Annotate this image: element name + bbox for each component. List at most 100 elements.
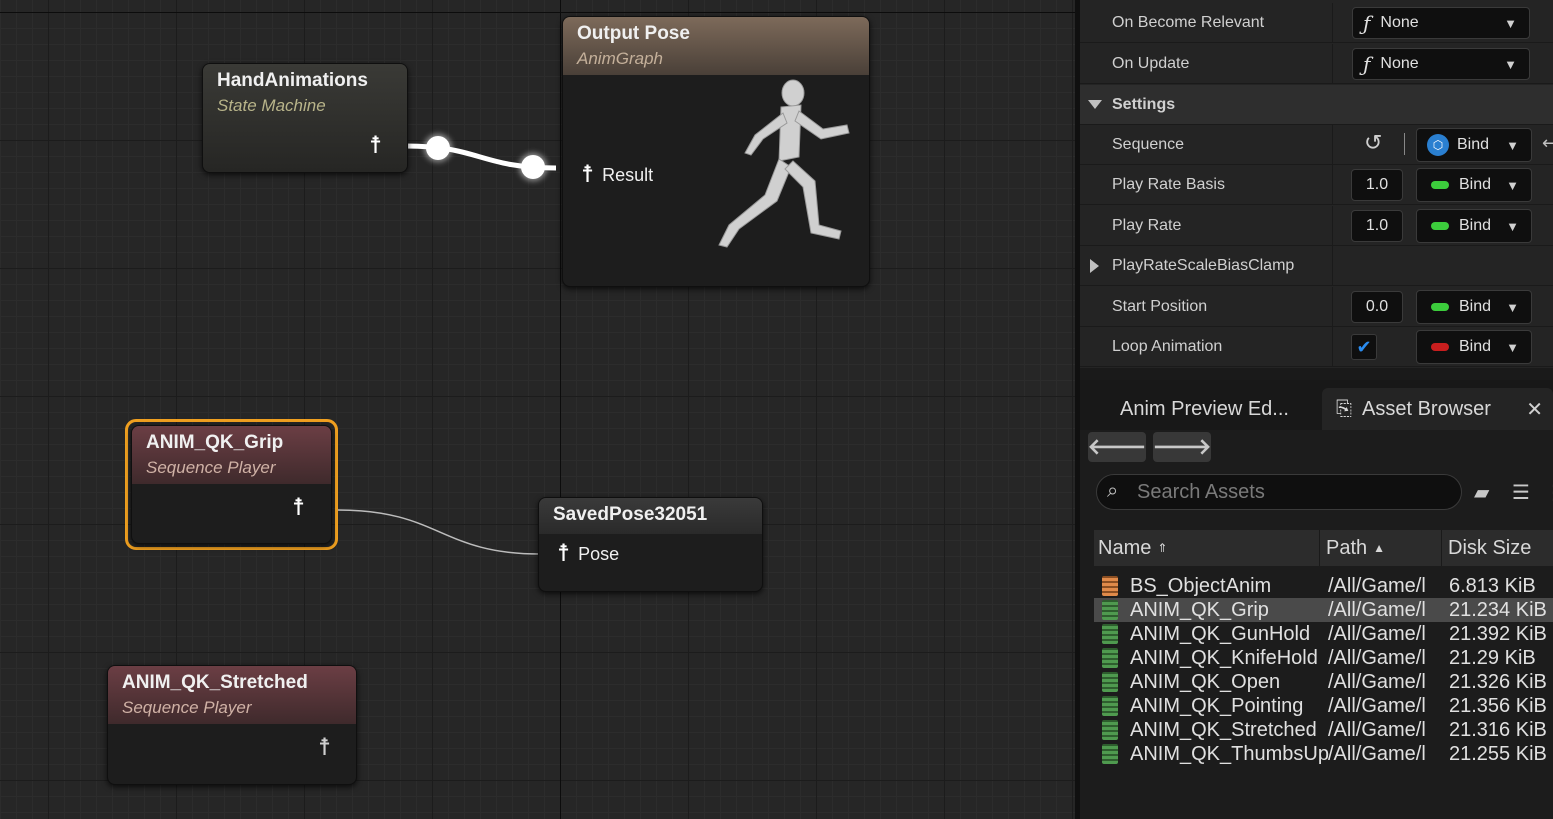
wire-reroute-knot[interactable] bbox=[521, 155, 545, 179]
tab-asset-browser[interactable]: ⎘ Asset Browser ✕ bbox=[1322, 388, 1553, 430]
asset-path: /All/Game/l bbox=[1328, 742, 1426, 765]
start-position-input[interactable]: 0.0 bbox=[1351, 291, 1403, 323]
wire-reroute-knot[interactable] bbox=[426, 136, 450, 160]
column-header-disk-size[interactable]: Disk Size bbox=[1444, 530, 1553, 566]
overflow-icon[interactable]: ⋮ bbox=[1544, 480, 1553, 504]
pose-output-pin[interactable]: ☨ bbox=[369, 134, 390, 158]
asset-disk-size: 21.392 KiB bbox=[1449, 622, 1547, 645]
panel-tab-bar: Anim Preview Ed... ⎘ Asset Browser ✕ bbox=[1080, 380, 1553, 430]
reset-to-default-icon[interactable]: ↺ bbox=[1364, 131, 1382, 156]
asset-row[interactable]: ANIM_QK_ThumbsUp/All/Game/l 21.255 KiB bbox=[1094, 742, 1553, 766]
column-header-name[interactable]: Name ⇑ bbox=[1094, 530, 1320, 566]
column-divider bbox=[1332, 165, 1333, 205]
animation-sequence-icon bbox=[1102, 720, 1118, 740]
checkmark-icon: ✔ bbox=[1356, 336, 1372, 358]
close-icon[interactable]: ✕ bbox=[1526, 397, 1543, 422]
blend-space-icon bbox=[1102, 576, 1118, 596]
column-divider bbox=[1332, 44, 1333, 84]
node-title: ANIM_QK_Grip bbox=[146, 432, 284, 453]
expand-arrow-icon[interactable] bbox=[1090, 258, 1099, 273]
pose-output-pin-unconnected[interactable]: ☨ bbox=[318, 736, 339, 760]
bool-pin-icon bbox=[1431, 343, 1449, 351]
category-settings[interactable]: Settings bbox=[1080, 85, 1553, 125]
asset-row[interactable]: BS_ObjectAnim/All/Game/l 6.813 KiB bbox=[1094, 574, 1553, 598]
anim-graph-canvas[interactable]: HandAnimations State Machine ☨ Output Po… bbox=[0, 0, 1075, 819]
function-icon: ƒ bbox=[1363, 52, 1371, 76]
asset-row[interactable]: ANIM_QK_Stretched/All/Game/l 21.316 KiB bbox=[1094, 718, 1553, 742]
tab-label: Asset Browser bbox=[1362, 397, 1491, 420]
asset-name: ANIM_QK_Open bbox=[1130, 670, 1281, 693]
folder-icon[interactable]: ▰ bbox=[1474, 480, 1489, 504]
column-divider bbox=[1332, 246, 1333, 286]
sequence-bind-dropdown[interactable]: ⬡ Bind ▼ bbox=[1416, 128, 1532, 162]
asset-disk-size: 6.813 KiB bbox=[1449, 574, 1536, 597]
asset-name: BS_ObjectAnim bbox=[1130, 574, 1272, 597]
result-input-pin[interactable]: ☨ Result bbox=[581, 163, 653, 187]
node-title: HandAnimations bbox=[217, 70, 368, 91]
column-divider bbox=[1332, 287, 1333, 327]
asset-row[interactable]: ANIM_QK_Open/All/Game/l 21.326 KiB bbox=[1094, 670, 1553, 694]
chevron-down-icon: ▼ bbox=[1506, 137, 1519, 153]
float-pin-icon bbox=[1431, 222, 1449, 230]
play-rate-bind-dropdown[interactable]: Bind ▼ bbox=[1416, 209, 1532, 243]
start-position-bind-dropdown[interactable]: Bind ▼ bbox=[1416, 290, 1532, 324]
separator bbox=[1404, 133, 1405, 155]
arrow-left-icon[interactable]: ← bbox=[1542, 133, 1553, 154]
function-binding-dropdown[interactable]: ƒ None ▼ bbox=[1352, 7, 1530, 39]
loop-animation-bind-dropdown[interactable]: Bind ▼ bbox=[1416, 330, 1532, 364]
function-binding-dropdown[interactable]: ƒ None ▼ bbox=[1352, 48, 1530, 80]
asset-disk-size: 21.29 KiB bbox=[1449, 646, 1536, 669]
filter-icon[interactable]: ☰ bbox=[1512, 480, 1530, 504]
pose-output-pin[interactable]: ☨ bbox=[292, 496, 313, 520]
play-rate-basis-input[interactable]: 1.0 bbox=[1351, 169, 1403, 201]
asset-path: /All/Game/l bbox=[1328, 670, 1426, 693]
forward-button[interactable]: 🡒 bbox=[1152, 432, 1212, 462]
node-anim-qk-grip[interactable]: ANIM_QK_Grip Sequence Player ☨ bbox=[131, 425, 332, 544]
node-hand-animations[interactable]: HandAnimations State Machine ☨ bbox=[202, 63, 408, 173]
asset-browser-icon: ⎘ bbox=[1336, 397, 1352, 420]
column-divider bbox=[1332, 206, 1333, 246]
node-output-pose[interactable]: Output Pose AnimGraph ☨ Result bbox=[562, 16, 870, 287]
node-anim-qk-stretched[interactable]: ANIM_QK_Stretched Sequence Player ☨ bbox=[107, 665, 357, 785]
pose-pin-icon: ☨ bbox=[318, 734, 332, 761]
search-assets-input[interactable]: ⌕ Search Assets bbox=[1096, 474, 1462, 510]
animation-sequence-icon bbox=[1102, 648, 1118, 668]
wire-grip-to-savedpose bbox=[337, 509, 541, 555]
asset-row[interactable]: ANIM_QK_Grip/All/Game/l 21.234 KiB bbox=[1094, 598, 1553, 622]
bind-label: Bind bbox=[1459, 338, 1492, 355]
asset-name: ANIM_QK_ThumbsUp bbox=[1130, 742, 1329, 765]
search-icon: ⌕ bbox=[1107, 480, 1119, 502]
chevron-down-icon: ▼ bbox=[1504, 56, 1517, 72]
property-label: On Update bbox=[1112, 54, 1190, 72]
node-saved-pose[interactable]: SavedPose32051 ☨ Pose bbox=[538, 497, 763, 592]
node-subtitle: State Machine bbox=[217, 96, 326, 115]
details-panel: On Become Relevant ƒ None ▼ On Update ƒ … bbox=[1080, 0, 1553, 368]
column-header-path[interactable]: Path ▲ bbox=[1322, 530, 1442, 566]
node-title: ANIM_QK_Stretched bbox=[122, 672, 308, 693]
asset-path: /All/Game/l bbox=[1328, 622, 1426, 645]
chevron-down-icon: ▼ bbox=[1506, 339, 1519, 355]
pose-pin-icon: ☨ bbox=[292, 494, 306, 521]
row-loop-animation: Loop Animation ✔ Bind ▼ bbox=[1080, 327, 1553, 367]
row-play-rate-scale-bias-clamp[interactable]: PlayRateScaleBiasClamp bbox=[1080, 246, 1553, 286]
row-play-rate: Play Rate 1.0 Bind ▼ bbox=[1080, 206, 1553, 246]
animation-sequence-icon bbox=[1102, 672, 1118, 692]
asset-row[interactable]: ANIM_QK_Pointing/All/Game/l 21.356 KiB bbox=[1094, 694, 1553, 718]
expand-arrow-icon[interactable] bbox=[1088, 100, 1102, 109]
asset-name: ANIM_QK_GunHold bbox=[1130, 622, 1311, 645]
loop-animation-checkbox[interactable]: ✔ bbox=[1351, 334, 1377, 360]
play-rate-basis-bind-dropdown[interactable]: Bind ▼ bbox=[1416, 168, 1532, 202]
pose-input-pin[interactable]: ☨ Pose bbox=[557, 542, 619, 566]
asset-path: /All/Game/l bbox=[1328, 574, 1426, 597]
node-subtitle: AnimGraph bbox=[577, 49, 663, 68]
asset-row[interactable]: ANIM_QK_GunHold/All/Game/l 21.392 KiB bbox=[1094, 622, 1553, 646]
chevron-down-icon: ▼ bbox=[1506, 218, 1519, 234]
play-rate-input[interactable]: 1.0 bbox=[1351, 210, 1403, 242]
back-button[interactable]: 🡐 bbox=[1088, 432, 1147, 462]
asset-path: /All/Game/l bbox=[1328, 718, 1426, 741]
dropdown-value: None bbox=[1380, 55, 1419, 72]
asset-row[interactable]: ANIM_QK_KnifeHold/All/Game/l 21.29 KiB bbox=[1094, 646, 1553, 670]
tab-anim-preview-editor[interactable]: Anim Preview Ed... bbox=[1106, 388, 1303, 430]
arrow-right-icon: 🡒 bbox=[1152, 435, 1212, 460]
asset-disk-size: 21.316 KiB bbox=[1449, 718, 1547, 741]
